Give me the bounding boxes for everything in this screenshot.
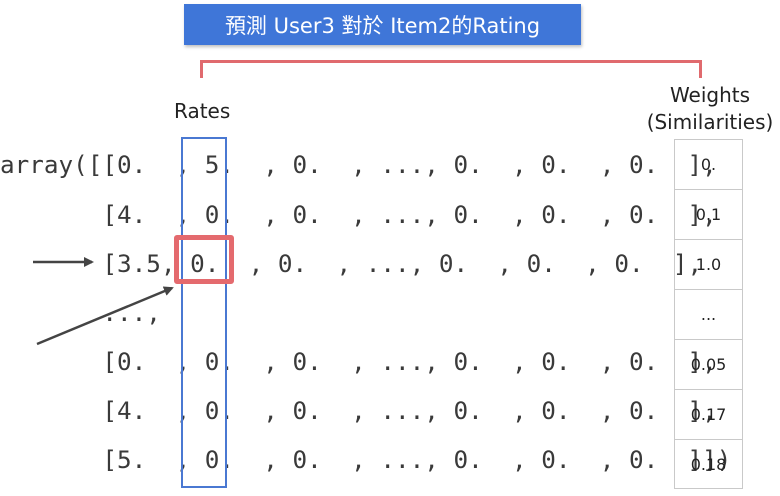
cell-pointer-arrow xyxy=(36,286,174,346)
arrows-layer xyxy=(33,257,174,346)
